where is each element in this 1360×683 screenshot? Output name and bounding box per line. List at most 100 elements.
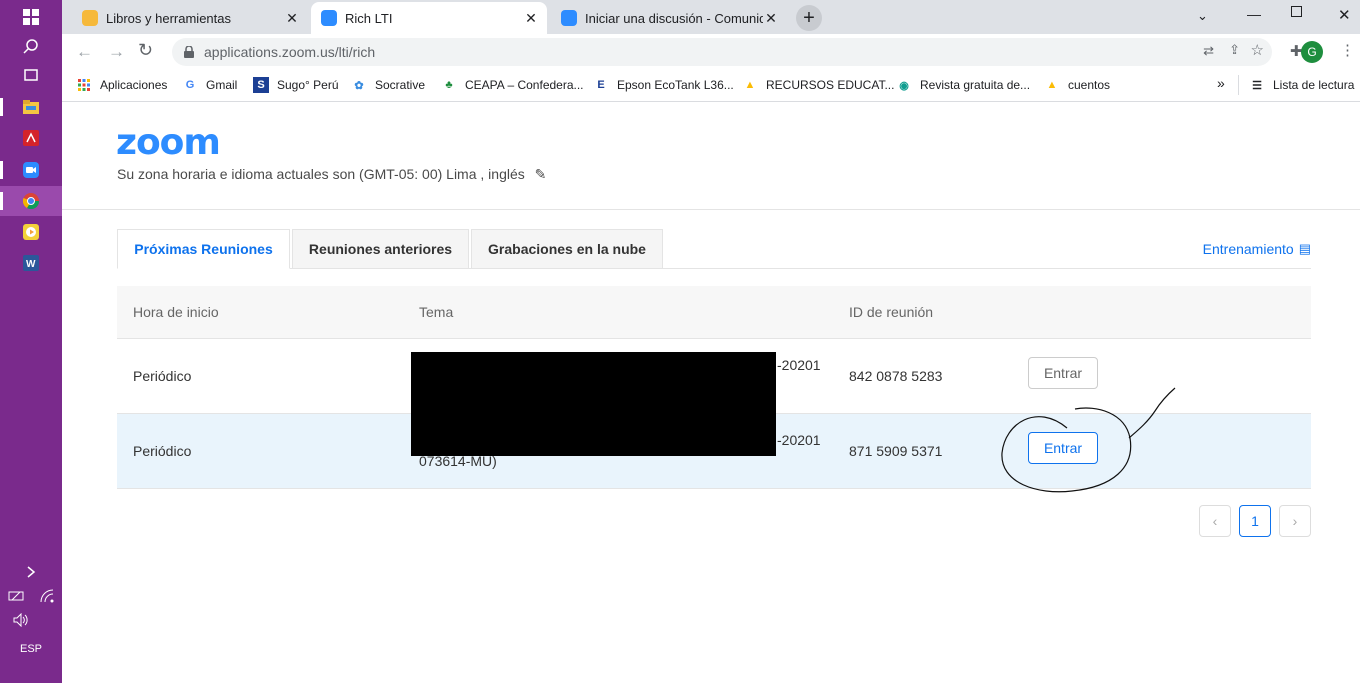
edit-pencil-icon[interactable]: ✎ [535,166,547,182]
bookmark-label: Gmail [206,78,238,92]
language-indicator[interactable]: ESP [0,634,62,664]
tab-strip: Libros y herramientas ✕ Rich LTI ✕ Inici… [62,0,1360,34]
chrome-icon[interactable] [0,186,62,216]
document-icon: ▤ [1298,241,1311,256]
forward-icon[interactable]: → [108,42,125,62]
reading-list-label: Lista de lectura [1273,78,1355,92]
task-view-icon[interactable] [0,60,62,90]
reading-list-icon: ☰ [1252,79,1262,92]
tab-title: Iniciar una discusión - Comunida [585,10,763,26]
volume-icon[interactable] [0,605,42,635]
meeting-id: 871 5909 5371 [849,443,943,459]
tab-title: Libros y herramientas [106,10,231,26]
window-close-icon[interactable]: ✕ [1338,6,1351,24]
browser-tab[interactable]: Libros y herramientas ✕ [72,2,308,34]
lock-icon [184,46,194,58]
zoom-app-icon[interactable] [0,155,62,185]
url-text: applications.zoom.us/lti/rich [204,44,376,60]
page-number-button[interactable]: 1 [1239,505,1271,537]
zoom-favicon-icon [321,10,337,26]
bookmarks-overflow-icon[interactable]: » [1217,75,1225,91]
browser-tab-active[interactable]: Rich LTI ✕ [311,2,547,34]
bookmark-label: Revista gratuita de... [920,78,1031,92]
next-page-button[interactable]: › [1279,505,1311,537]
redaction-box [411,352,776,456]
topic-text[interactable]: -20201 [777,357,821,373]
column-header-meeting-id: ID de reunión [849,304,934,320]
prev-page-button[interactable]: ‹ [1199,505,1231,537]
google-icon: G [185,79,195,91]
tab-cloud-recordings[interactable]: Grabaciones en la nube [471,229,663,269]
word-icon[interactable]: W [0,248,62,278]
bookmark-item[interactable]: ▲ RECURSOS EDUCAT... [742,77,895,93]
pencil-favicon-icon [82,10,98,26]
bookmark-item[interactable]: S Sugo° Perú [253,77,339,93]
bookmark-item[interactable]: E Epson EcoTank L36... [593,77,734,93]
tab-search-icon[interactable]: ⌄ [1197,8,1208,24]
bookmark-item[interactable]: ♣ CEAPA – Confedera... [441,77,584,93]
tab-previous-meetings[interactable]: Reuniones anteriores [292,229,469,269]
zoom-logo: zoom [116,122,221,163]
column-header-topic: Tema [419,304,454,320]
share-icon[interactable]: ⇪ [1229,42,1240,58]
bookmark-label: Epson EcoTank L36... [617,78,734,92]
acrobat-reader-icon[interactable] [0,123,62,153]
profile-avatar[interactable]: G [1301,41,1323,63]
menu-kebab-icon[interactable]: ⋮ [1340,41,1355,59]
topic-text[interactable]: -20201 [777,432,821,448]
search-icon[interactable] [0,31,62,61]
bookmark-item[interactable]: ◉ Revista gratuita de... [896,77,1030,93]
meeting-tabs: Próximas Reuniones Reuniones anteriores … [117,229,1311,269]
socrative-icon: ✿ [354,79,364,92]
bookmarks-bar: Aplicaciones G Gmail S Sugo° Perú ✿ Socrati… [62,70,1360,102]
windows-taskbar: W ESP [0,0,62,683]
address-bar[interactable]: applications.zoom.us/lti/rich ⇄ ⇪ ☆ [172,38,1272,66]
file-explorer-icon[interactable] [0,92,62,122]
bookmark-label: RECURSOS EDUCAT... [766,78,895,92]
reload-icon[interactable]: ↻ [138,40,153,61]
bookmark-label: CEAPA – Confedera... [465,78,584,92]
start-time: Periódico [133,368,192,384]
table-header: Hora de inicio Tema ID de reunión [117,286,1311,339]
bookmark-label: Aplicaciones [100,78,168,92]
svg-text:W: W [26,259,36,270]
translate-icon[interactable]: ⇄ [1203,43,1214,59]
training-link[interactable]: Entrenamiento ▤ [1203,241,1311,257]
bookmark-label: cuentos [1068,78,1111,92]
browser-tab[interactable]: Iniciar una discusión - Comunida ✕ [551,2,787,34]
zoom-lti-page: zoom Su zona horaria e idioma actuales s… [62,103,1360,683]
start-time: Periódico [133,443,192,459]
bookmark-item[interactable]: ✿ Socrative [351,77,425,93]
media-player-icon[interactable] [0,217,62,247]
apps-grid-icon [76,77,92,93]
reading-list-button[interactable]: ☰ Lista de lectura [1249,77,1354,93]
bookmark-item[interactable]: Aplicaciones [76,77,167,93]
close-icon[interactable]: ✕ [523,10,539,27]
browser-toolbar: ← → ↻ applications.zoom.us/lti/rich ⇄ ⇪ … [62,34,1360,70]
revista-icon: ◉ [899,79,909,92]
page-header: zoom Su zona horaria e idioma actuales s… [62,103,1360,210]
drive-icon: ▲ [1046,79,1058,91]
minimize-icon[interactable]: — [1247,6,1261,22]
drive-icon: ▲ [744,79,756,91]
zoom-favicon-icon [561,10,577,26]
column-header-start: Hora de inicio [133,304,219,320]
close-icon[interactable]: ✕ [763,10,779,27]
bookmark-star-icon[interactable]: ☆ [1251,41,1264,59]
training-label: Entrenamiento [1202,241,1294,257]
restore-icon[interactable] [1291,6,1302,17]
tab-upcoming-meetings[interactable]: Próximas Reuniones [117,229,290,269]
timezone-info: Su zona horaria e idioma actuales son (G… [117,166,546,183]
timezone-text: Su zona horaria e idioma actuales son (G… [117,166,525,182]
bookmark-label: Sugo° Perú [277,78,339,92]
ceapa-icon: ♣ [445,79,453,91]
epson-icon: E [597,79,605,91]
close-icon[interactable]: ✕ [284,10,300,27]
new-tab-button[interactable]: + [796,5,822,31]
bookmark-item[interactable]: ▲ cuentos [1044,77,1110,93]
browser-chrome: Libros y herramientas ✕ Rich LTI ✕ Inici… [62,0,1360,103]
bookmark-item[interactable]: G Gmail [182,77,238,93]
hand-drawn-annotation [1001,387,1176,493]
windows-start-icon[interactable] [0,2,62,32]
back-icon[interactable]: ← [76,42,93,62]
